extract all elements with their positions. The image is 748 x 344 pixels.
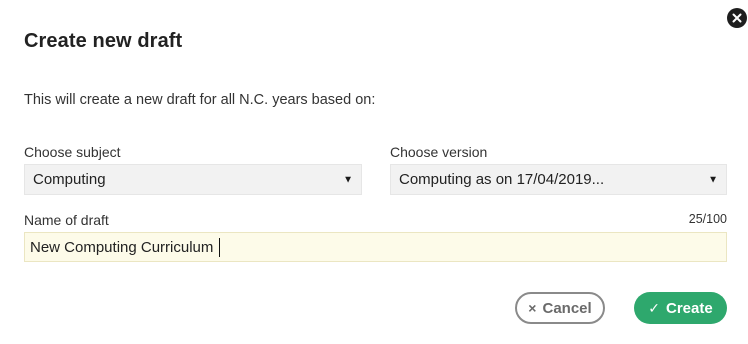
draft-name-input[interactable]: New Computing Curriculum	[24, 232, 727, 262]
close-button[interactable]	[727, 8, 747, 28]
version-select[interactable]: Computing as on 17/04/2019... ▼	[390, 164, 727, 195]
caret-down-icon: ▼	[343, 174, 353, 185]
x-icon: ×	[528, 300, 537, 316]
create-label: Create	[666, 299, 713, 317]
cancel-button[interactable]: × Cancel	[515, 292, 605, 324]
caret-down-icon: ▼	[708, 174, 718, 185]
close-icon	[732, 13, 742, 23]
subject-select-value: Computing	[33, 171, 106, 188]
cancel-label: Cancel	[542, 299, 592, 317]
subject-select[interactable]: Computing ▼	[24, 164, 362, 195]
draft-name-label: Name of draft	[24, 212, 109, 228]
subject-label: Choose subject	[24, 144, 121, 160]
character-counter: 25/100	[688, 212, 727, 226]
create-draft-dialog: Create new draft This will create a new …	[0, 0, 748, 344]
draft-name-value: New Computing Curriculum	[30, 238, 214, 256]
intro-text: This will create a new draft for all N.C…	[24, 92, 376, 108]
version-select-value: Computing as on 17/04/2019...	[399, 171, 605, 188]
dialog-title: Create new draft	[24, 30, 183, 52]
text-cursor	[219, 237, 221, 257]
version-label: Choose version	[390, 144, 488, 160]
create-button[interactable]: ✓ Create	[634, 292, 727, 324]
check-icon: ✓	[648, 299, 661, 316]
